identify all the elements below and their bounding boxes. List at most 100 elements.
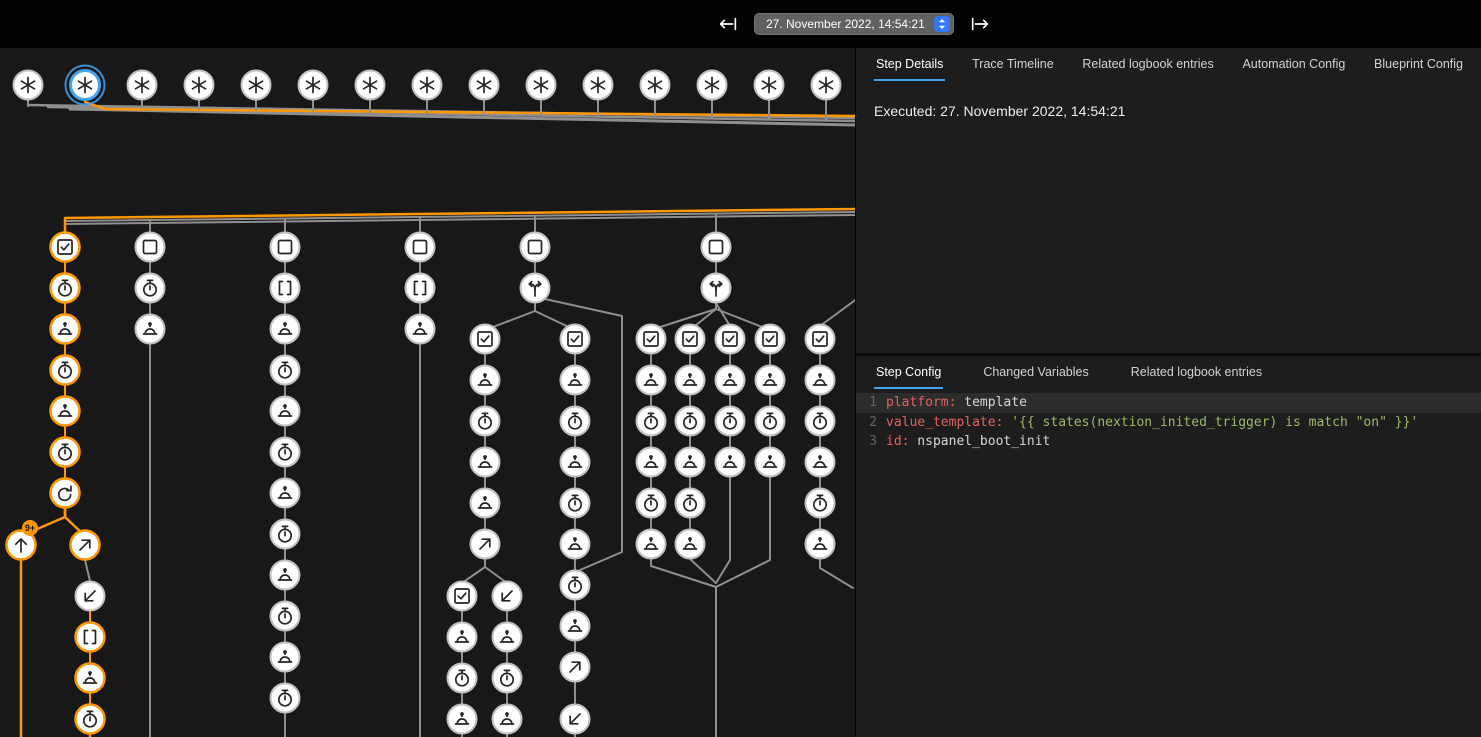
trace-node-bell[interactable] (637, 448, 666, 477)
trace-node-trigger[interactable] (66, 66, 105, 105)
trace-node-timer[interactable] (51, 438, 80, 467)
trace-date-select[interactable]: 27. November 2022, 14:54:21 (754, 13, 954, 35)
trace-node-refresh[interactable] (51, 479, 80, 508)
trace-node-trigger[interactable] (527, 71, 556, 100)
trace-node-timer[interactable] (637, 489, 666, 518)
trace-node-timer[interactable] (493, 664, 522, 693)
trace-node-check-square[interactable] (637, 325, 666, 354)
trace-node-square[interactable] (136, 233, 165, 262)
trace-node-check-square[interactable] (448, 582, 477, 611)
trace-node-bell[interactable] (271, 315, 300, 344)
trace-node-bell[interactable] (471, 448, 500, 477)
tab-related-logbook-entries[interactable]: Related logbook entries (1080, 48, 1215, 81)
trace-node-square[interactable] (521, 233, 550, 262)
trace-node-bell[interactable] (471, 366, 500, 395)
trace-node-bell[interactable] (51, 397, 80, 426)
trace-node-bell[interactable] (471, 489, 500, 518)
trace-node-bell[interactable] (561, 612, 590, 641)
trace-node-trigger[interactable] (755, 71, 784, 100)
trace-node-bell[interactable] (448, 623, 477, 652)
trace-node-bell[interactable] (676, 366, 705, 395)
trace-node-bell[interactable] (76, 664, 105, 693)
tab-related-logbook-entries[interactable]: Related logbook entries (1129, 356, 1264, 389)
trace-node-check-square[interactable] (561, 325, 590, 354)
trace-node-bell[interactable] (676, 448, 705, 477)
trace-node-timer[interactable] (561, 489, 590, 518)
trace-node-square[interactable] (271, 233, 300, 262)
trace-node-timer[interactable] (51, 356, 80, 385)
trace-node-trigger[interactable] (641, 71, 670, 100)
trace-node-bell[interactable] (806, 530, 835, 559)
trace-node-bell[interactable] (561, 530, 590, 559)
trace-node-bell[interactable] (51, 315, 80, 344)
trace-node-brackets[interactable] (406, 274, 435, 303)
trace-node-timer[interactable] (271, 602, 300, 631)
trace-node-timer[interactable] (716, 407, 745, 436)
trace-node-trigger[interactable] (698, 71, 727, 100)
trace-node-check-square[interactable] (806, 325, 835, 354)
trace-node-check-square[interactable] (716, 325, 745, 354)
trace-node-trigger[interactable] (812, 71, 841, 100)
trace-node-timer[interactable] (756, 407, 785, 436)
trace-node-bell[interactable] (271, 479, 300, 508)
trace-node-decision[interactable] (521, 274, 550, 303)
trace-node-trigger[interactable] (584, 71, 613, 100)
trace-node-trigger[interactable] (128, 71, 157, 100)
yaml-code-block[interactable]: 1platform: template2value_template: '{{ … (856, 389, 1481, 452)
trace-node-bell[interactable] (716, 366, 745, 395)
trace-node-arrow-down-left[interactable] (76, 582, 105, 611)
trace-node-bell[interactable] (756, 448, 785, 477)
trace-node-bell[interactable] (806, 448, 835, 477)
trace-node-bell[interactable] (561, 366, 590, 395)
trace-node-trigger[interactable] (413, 71, 442, 100)
trace-node-timer[interactable] (271, 438, 300, 467)
trace-node-bell[interactable] (271, 561, 300, 590)
trace-node-bell[interactable] (756, 366, 785, 395)
trace-node-arrow-up-right[interactable] (71, 531, 100, 560)
trace-node-check-square[interactable] (51, 233, 80, 262)
trace-node-timer[interactable] (448, 664, 477, 693)
tab-changed-variables[interactable]: Changed Variables (981, 356, 1090, 389)
trace-node-check-square[interactable] (676, 325, 705, 354)
previous-trace-button[interactable] (716, 12, 740, 36)
trace-node-timer[interactable] (136, 274, 165, 303)
tab-step-config[interactable]: Step Config (874, 356, 943, 389)
trace-node-timer[interactable] (271, 520, 300, 549)
trace-node-bell[interactable] (561, 448, 590, 477)
trace-node-check-square[interactable] (756, 325, 785, 354)
trace-node-timer[interactable] (637, 407, 666, 436)
trace-node-timer[interactable] (676, 489, 705, 518)
trace-node-timer[interactable] (561, 407, 590, 436)
trace-node-arrow-down-left[interactable] (561, 705, 590, 734)
trace-node-bell[interactable] (493, 623, 522, 652)
trace-node-timer[interactable] (561, 571, 590, 600)
trace-node-bell[interactable] (271, 397, 300, 426)
trace-node-trigger[interactable] (14, 71, 43, 100)
trace-node-timer[interactable] (471, 407, 500, 436)
trace-node-trigger[interactable] (299, 71, 328, 100)
trace-node-bell[interactable] (406, 315, 435, 344)
trace-node-trigger[interactable] (242, 71, 271, 100)
trace-node-square[interactable] (406, 233, 435, 262)
trace-node-trigger[interactable] (356, 71, 385, 100)
tab-step-details[interactable]: Step Details (874, 48, 945, 81)
trace-node-timer[interactable] (806, 407, 835, 436)
trace-node-arrow-up-right[interactable] (561, 653, 590, 682)
trace-node-bell[interactable] (448, 705, 477, 734)
trace-node-bell[interactable] (806, 366, 835, 395)
trace-node-timer[interactable] (76, 705, 105, 734)
tab-automation-config[interactable]: Automation Config (1240, 48, 1347, 81)
trace-node-decision[interactable] (702, 274, 731, 303)
trace-node-bell[interactable] (271, 643, 300, 672)
trace-node-arrow-down-left[interactable] (493, 582, 522, 611)
trace-node-check-square[interactable] (471, 325, 500, 354)
trace-node-bell[interactable] (493, 705, 522, 734)
trace-node-trigger[interactable] (470, 71, 499, 100)
trace-node-square[interactable] (702, 233, 731, 262)
trace-node-bell[interactable] (676, 530, 705, 559)
trace-node-bell[interactable] (136, 315, 165, 344)
trace-node-bell[interactable] (716, 448, 745, 477)
trace-node-bell[interactable] (637, 366, 666, 395)
trace-node-brackets[interactable] (271, 274, 300, 303)
trace-node-timer[interactable] (676, 407, 705, 436)
